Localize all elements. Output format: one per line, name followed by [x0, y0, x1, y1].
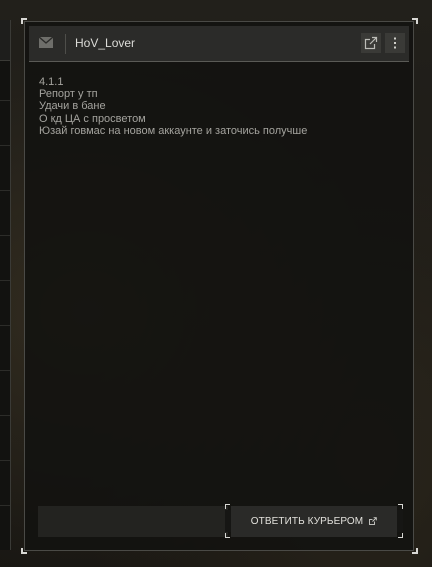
button-corner	[225, 504, 230, 509]
side-panel-edge	[0, 20, 11, 550]
side-panel-divider	[0, 370, 10, 371]
side-panel-divider	[0, 100, 10, 101]
side-panel-divider	[0, 235, 10, 236]
reply-by-courier-button-frame: ОТВЕТИТЬ КУРЬЕРОМ	[225, 504, 403, 538]
button-corner	[398, 504, 403, 509]
message-panel: HoV_Lover 4.1.1 Репорт у тп Удачи в бане…	[24, 21, 414, 551]
more-vertical-icon	[394, 37, 396, 49]
side-panel-divider	[0, 415, 10, 416]
button-corner	[225, 533, 230, 538]
side-panel-header	[0, 20, 10, 61]
external-link-icon	[369, 516, 378, 525]
message-line: 4.1.1	[39, 76, 64, 88]
reply-button-label: ОТВЕТИТЬ КУРЬЕРОМ	[250, 516, 364, 527]
reply-by-courier-button[interactable]: ОТВЕТИТЬ КУРЬЕРОМ	[231, 506, 397, 537]
message-line: Юзай говмас на новом аккаунте и заточись…	[39, 124, 308, 137]
more-options-button[interactable]	[385, 33, 405, 53]
external-link-icon	[364, 36, 378, 50]
side-panel-divider	[0, 280, 10, 281]
side-panel-divider	[0, 460, 10, 461]
message-header: HoV_Lover	[29, 26, 409, 62]
button-corner	[398, 533, 403, 538]
message-body: 4.1.1 Репорт у тп Удачи в бане О кд ЦА с…	[39, 76, 399, 137]
footer-empty-field	[38, 506, 228, 537]
message-line: Репорт у тп	[39, 88, 98, 101]
message-line: Удачи в бане	[39, 100, 106, 113]
sender-name: HoV_Lover	[75, 36, 136, 50]
side-panel-divider	[0, 190, 10, 191]
header-divider	[65, 34, 66, 54]
side-panel-divider	[0, 325, 10, 326]
mail-icon	[39, 37, 53, 48]
side-panel-divider	[0, 145, 10, 146]
popout-button[interactable]	[361, 33, 381, 53]
message-line: О кд ЦА с просветом	[39, 112, 146, 125]
button-edge-right	[397, 510, 403, 532]
side-panel-divider	[0, 505, 10, 506]
